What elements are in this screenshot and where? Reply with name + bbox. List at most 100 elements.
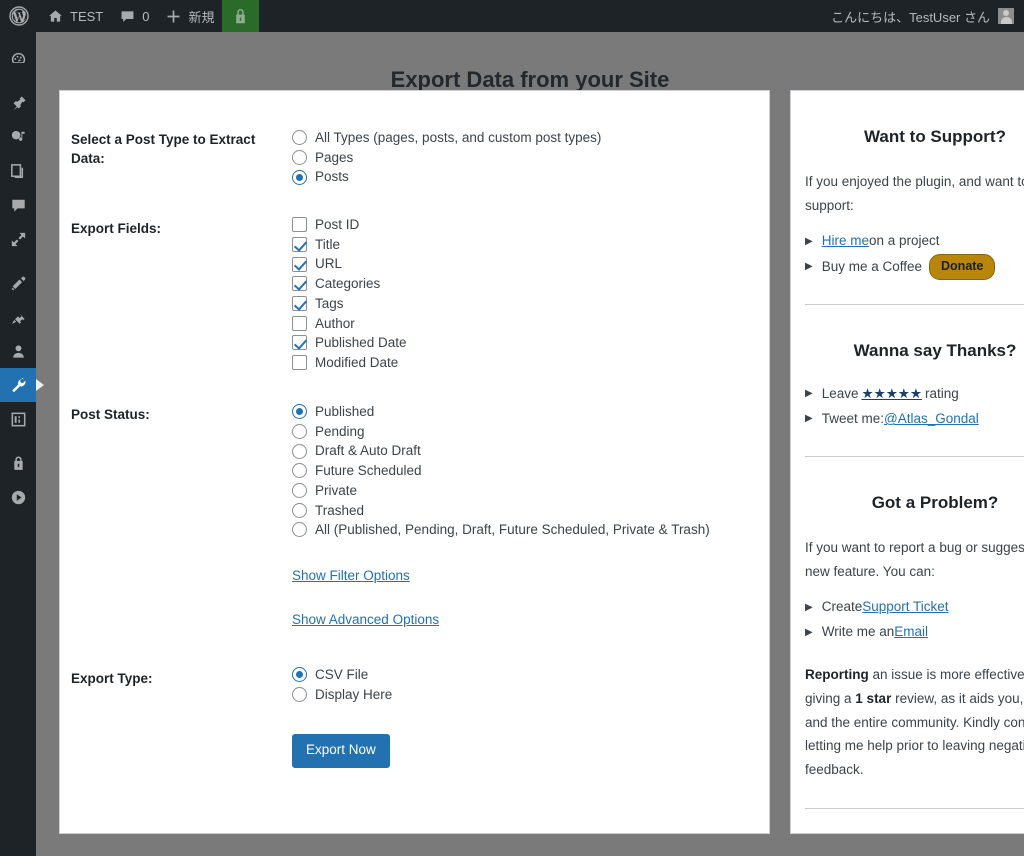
checkbox-icon[interactable] <box>292 276 307 292</box>
sidebar-item-users[interactable] <box>0 334 36 368</box>
star-rating-link[interactable]: ★★★★★ <box>862 382 923 407</box>
divider <box>805 456 1024 458</box>
show-filter-options-link[interactable]: Show Filter Options <box>292 568 410 583</box>
thanks-list: ▶ Leave ★★★★★ rating ▶ Tweet me: @Atlas_… <box>805 382 1024 432</box>
post-status-pending[interactable]: Pending <box>292 422 710 442</box>
new-content-button[interactable]: 新規 <box>157 0 222 32</box>
sidebar-item-plugins[interactable] <box>0 300 36 334</box>
export-field-published-date[interactable]: Published Date <box>292 333 407 353</box>
post-status-options: Published Pending Draft & Auto Draft Fut… <box>292 402 710 540</box>
export-type-display-here[interactable]: Display Here <box>292 685 392 705</box>
post-status-label: Post Status: <box>71 407 150 422</box>
option-label: Author <box>315 315 355 331</box>
donate-button[interactable]: Donate <box>929 254 996 281</box>
menu-spacer <box>0 436 36 446</box>
my-account-menu[interactable]: こんにちは、TestUser さん <box>831 7 1024 26</box>
post-status-all[interactable]: All (Published, Pending, Draft, Future S… <box>292 520 710 540</box>
sidebar-item-media-player[interactable] <box>0 480 36 514</box>
admin-bar: TEST 0 新規 こんにちは、TestUser さん <box>0 0 1024 32</box>
checkbox-icon[interactable] <box>292 315 307 331</box>
reporting-bold: Reporting <box>805 667 869 683</box>
checkbox-icon[interactable] <box>292 217 307 233</box>
sidebar-item-posts[interactable] <box>0 86 36 120</box>
export-field-title[interactable]: Title <box>292 235 407 255</box>
post-type-options: All Types (pages, posts, and custom post… <box>292 128 601 187</box>
radio-icon[interactable] <box>292 463 307 479</box>
radio-icon[interactable] <box>292 483 307 499</box>
option-label: Display Here <box>315 686 393 702</box>
option-label: Categories <box>315 276 381 292</box>
list-item: ▶ Tweet me: @Atlas_Gondal <box>805 407 1024 432</box>
comments-icon <box>9 196 28 215</box>
radio-icon[interactable] <box>292 150 307 166</box>
checkbox-icon[interactable] <box>292 335 307 351</box>
post-status-future-scheduled[interactable]: Future Scheduled <box>292 461 710 481</box>
divider <box>805 304 1024 306</box>
radio-icon[interactable] <box>292 130 307 146</box>
wordpress-logo-button[interactable] <box>0 0 39 32</box>
export-field-post-id[interactable]: Post ID <box>292 215 407 235</box>
developer-link[interactable]: Atlas Gondal <box>941 831 1018 834</box>
radio-icon[interactable] <box>292 502 307 518</box>
export-field-categories[interactable]: Categories <box>292 274 407 294</box>
radio-icon[interactable] <box>292 687 307 703</box>
leave-rating-suffix: rating <box>925 386 959 402</box>
site-name-button[interactable]: TEST <box>39 0 111 32</box>
twitter-handle-link[interactable]: @Atlas_Gondal <box>884 407 979 432</box>
sidebar-item-contact-form[interactable] <box>0 222 36 256</box>
sidebar-item-media[interactable] <box>0 120 36 154</box>
show-advanced-options-link[interactable]: Show Advanced Options <box>292 612 439 627</box>
lock-icon <box>233 8 248 25</box>
pin-icon <box>9 94 28 113</box>
support-heading: Want to Support? <box>864 127 1006 146</box>
post-type-option-pages[interactable]: Pages <box>292 148 601 168</box>
new-content-label: 新規 <box>188 9 215 25</box>
pages-icon <box>9 162 28 181</box>
triangle-right-icon: ▶ <box>805 388 813 400</box>
support-ticket-link[interactable]: Support Ticket <box>862 595 948 620</box>
radio-icon[interactable] <box>292 443 307 459</box>
option-label: Post ID <box>315 217 360 233</box>
security-lock-button[interactable] <box>222 0 260 32</box>
radio-icon[interactable] <box>292 522 307 538</box>
checkbox-icon[interactable] <box>292 296 307 312</box>
one-star-bold: 1 star <box>855 691 892 706</box>
post-type-option-all-types[interactable]: All Types (pages, posts, and custom post… <box>292 128 601 148</box>
sidebar-item-comments[interactable] <box>0 188 36 222</box>
checkbox-icon[interactable] <box>292 237 307 253</box>
checkbox-icon[interactable] <box>292 355 307 371</box>
email-link[interactable]: Email <box>894 620 928 645</box>
sidebar-item-pages[interactable] <box>0 154 36 188</box>
radio-icon[interactable] <box>292 404 307 420</box>
radio-icon[interactable] <box>292 424 307 440</box>
hire-me-link[interactable]: Hire me <box>822 229 869 254</box>
sidebar-item-appearance[interactable] <box>0 266 36 300</box>
comments-button[interactable]: 0 <box>111 0 157 32</box>
post-type-option-posts[interactable]: Posts <box>292 167 601 187</box>
greeting-label: こんにちは、TestUser さん <box>831 9 990 25</box>
problem-paragraph: If you want to report a bug or suggest a… <box>805 540 1024 579</box>
checkbox-icon[interactable] <box>292 256 307 272</box>
post-status-draft[interactable]: Draft & Auto Draft <box>292 441 710 461</box>
export-type-csv[interactable]: CSV File <box>292 665 392 685</box>
export-field-modified-date[interactable]: Modified Date <box>292 353 407 373</box>
sidebar-item-tools[interactable] <box>0 368 44 402</box>
post-status-private[interactable]: Private <box>292 481 710 501</box>
export-now-button[interactable]: Export Now <box>292 734 390 768</box>
radio-icon[interactable] <box>292 667 307 683</box>
wordpress-logo-icon <box>9 6 29 26</box>
menu-spacer <box>0 32 36 42</box>
comments-count: 0 <box>142 8 150 24</box>
radio-icon[interactable] <box>292 169 307 185</box>
comment-bubble-icon <box>119 8 136 25</box>
sidebar-item-security[interactable] <box>0 446 36 480</box>
problem-heading: Got a Problem? <box>871 493 999 513</box>
export-form-card: Select a Post Type to Extract Data: All … <box>59 90 770 834</box>
export-field-tags[interactable]: Tags <box>292 294 407 314</box>
post-status-trashed[interactable]: Trashed <box>292 500 710 520</box>
export-field-url[interactable]: URL <box>292 254 407 274</box>
post-status-published[interactable]: Published <box>292 402 710 422</box>
sidebar-item-dashboard[interactable] <box>0 42 36 76</box>
export-field-author[interactable]: Author <box>292 313 407 333</box>
sidebar-item-settings[interactable] <box>0 402 36 436</box>
